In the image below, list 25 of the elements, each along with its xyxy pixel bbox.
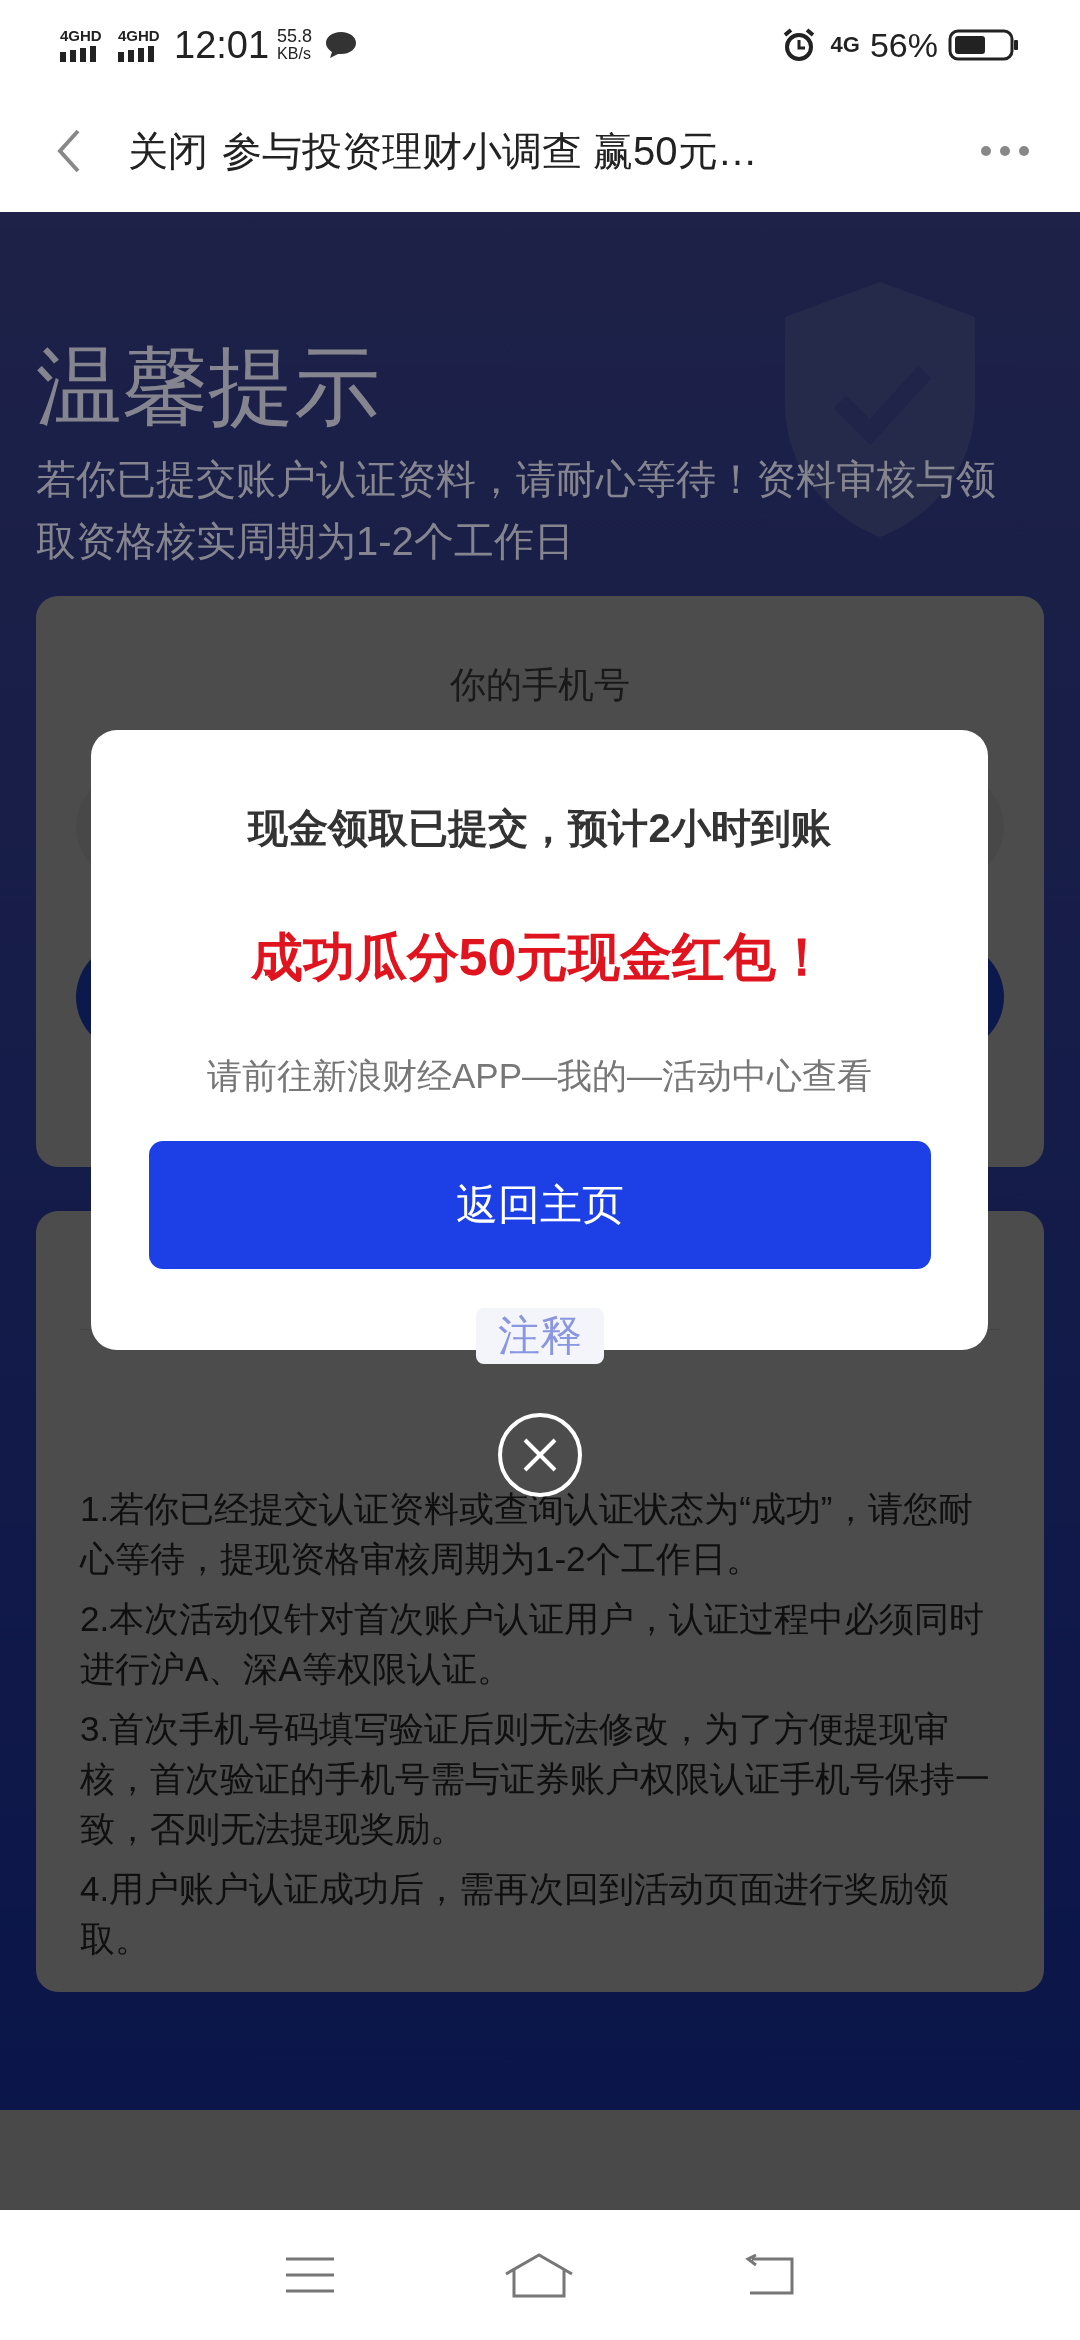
note-text: 2.本次活动仅针对首次账户认证用户，认证过程中必须同时进行沪A、深A等权限认证。	[80, 1598, 986, 1690]
more-icon[interactable]	[980, 145, 1030, 157]
note-text: 3.首次手机号码填写验证后则无法修改，为了方便提现审核，首次验证的手机号需与证券账户权限认证手机号保持一致，否则无法提现奖励。	[80, 1708, 991, 1850]
signal-label: 4GHD	[118, 28, 160, 44]
battery-percent: 56%	[869, 24, 938, 66]
menu-icon[interactable]	[284, 2255, 336, 2295]
notes-title: 注释	[476, 1308, 604, 1364]
network-speed: 55.8	[277, 27, 313, 45]
home-icon[interactable]	[504, 2252, 574, 2298]
page-title: 参与投资理财小调查 赢50元…	[222, 128, 758, 175]
page-heading: 温馨提示	[36, 338, 381, 434]
signal-label: 4GHD	[60, 28, 102, 44]
close-link[interactable]: 关闭	[128, 121, 208, 181]
note-text: 4.用户账户认证成功后，需再次回到活动页面进行奖励领取。	[80, 1868, 951, 1960]
dialog-title: 现金领取已提交，预计2小时到账	[248, 805, 831, 852]
dialog-hint: 请前往新浪财经APP—我的—活动中心查看	[206, 1055, 872, 1097]
speed-unit: KB/s	[277, 45, 312, 63]
chat-bubble-icon	[324, 30, 359, 60]
dialog-highlight: 成功瓜分50元现金红包！	[250, 927, 829, 988]
network-type: 4G	[830, 34, 860, 56]
clock-time: 12:01	[174, 22, 270, 68]
subtitle: 若你已提交账户认证资料，请耐心等待！资料审核与领取资格核实周期为1-2个工作日	[36, 456, 997, 565]
back-icon[interactable]	[56, 129, 82, 173]
home-button[interactable]: 返回主页	[148, 1140, 931, 1269]
battery-icon	[948, 29, 1020, 61]
